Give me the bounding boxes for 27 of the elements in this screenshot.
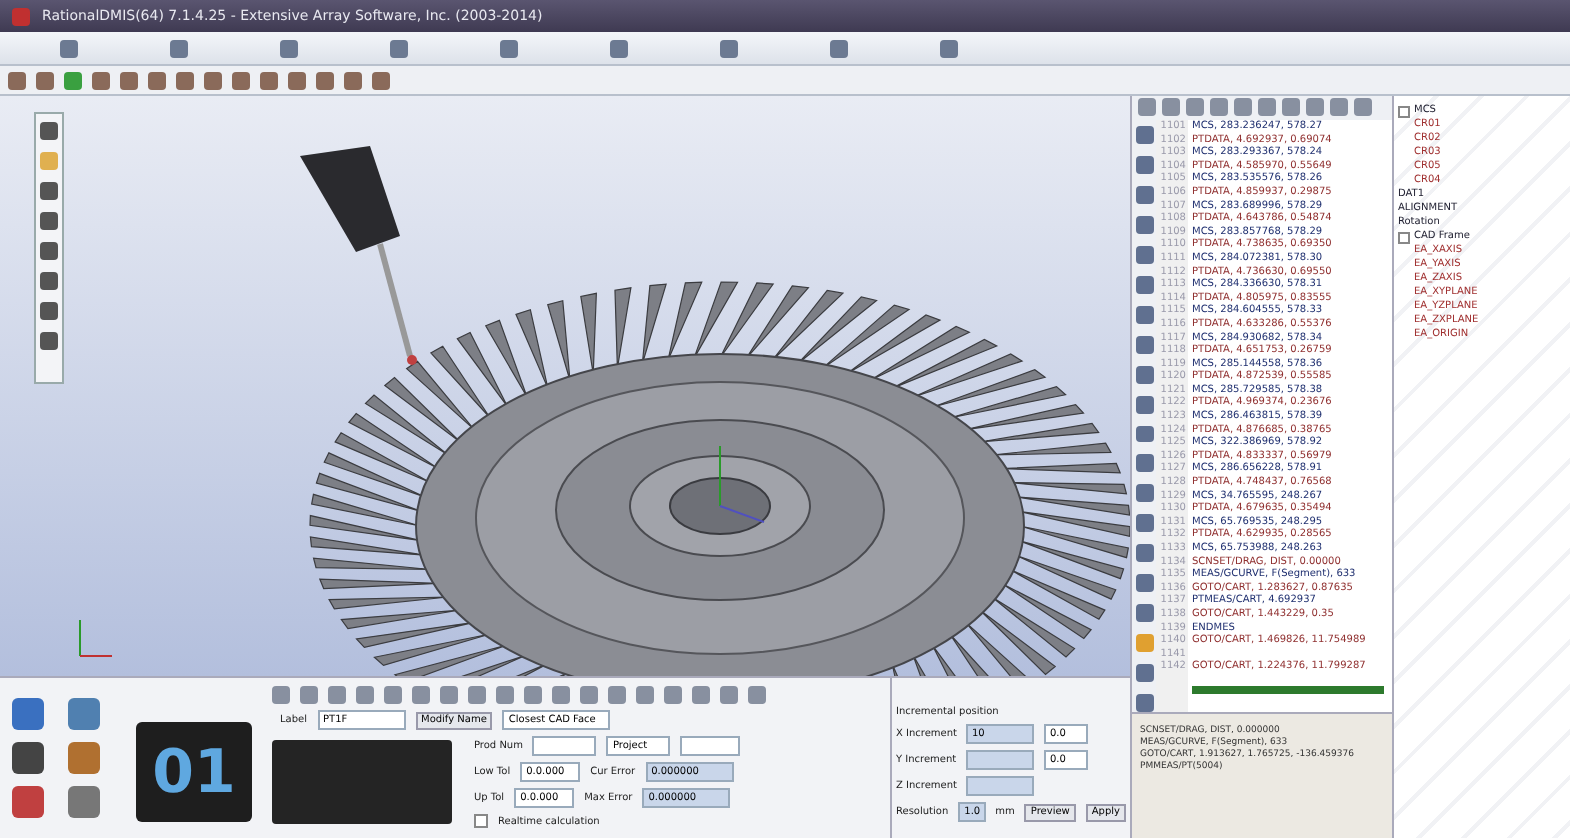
mode-icon[interactable] [12,698,44,730]
ribbon-tab-icon[interactable] [280,39,298,57]
ribbon-tab-icon[interactable] [390,39,408,57]
mode-icon[interactable] [12,786,44,818]
ribbon-tab-icon[interactable] [830,39,848,57]
mode-icon[interactable] [68,742,100,774]
increment-field[interactable] [966,776,1034,796]
cad-viewport[interactable] [0,96,1130,676]
axis-triad-icon [79,619,113,657]
realtime-checkbox[interactable] [474,814,488,828]
project-field[interactable] [680,736,741,756]
expander-icon[interactable] [1398,231,1410,243]
mode-icon[interactable] [68,698,100,730]
mode-icon[interactable] [68,786,100,818]
ribbon-tab-icon[interactable] [720,39,738,57]
increment-field[interactable] [966,750,1034,770]
feature-counter: 01 [136,722,252,822]
ribbon-tab-icon[interactable] [940,39,958,57]
ribbon-tab-icon[interactable] [610,39,628,57]
mode-icon[interactable] [12,742,44,774]
app-icon [12,7,30,25]
expander-icon[interactable] [1398,105,1410,117]
ribbon-tab-icon[interactable] [500,39,518,57]
prod-num-field[interactable] [532,736,597,756]
ribbon-tab-icon[interactable] [60,39,78,57]
axis-icon [719,445,765,523]
ribbon-tab-icon[interactable] [170,39,188,57]
